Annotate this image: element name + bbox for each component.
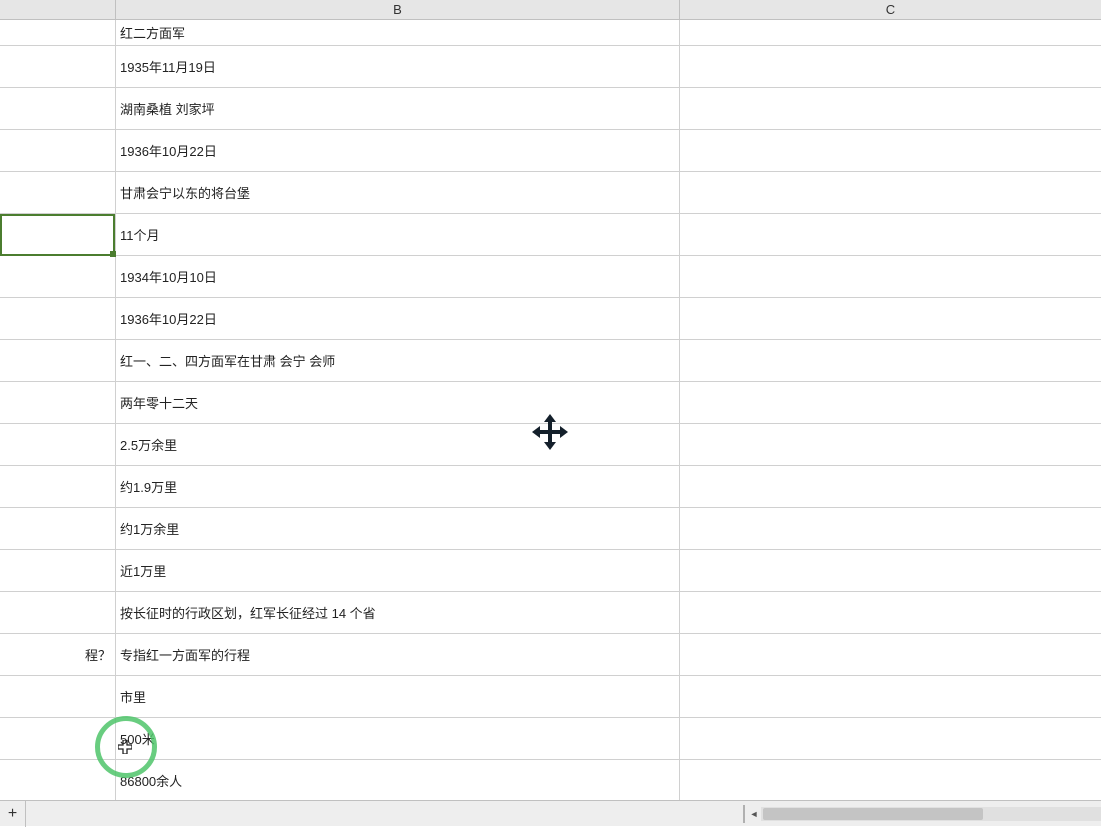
cell-c[interactable] xyxy=(680,20,1101,45)
cell-b[interactable]: 湖南桑植 刘家坪 xyxy=(116,88,680,129)
cell-c[interactable] xyxy=(680,634,1101,675)
column-header-a[interactable] xyxy=(0,0,116,19)
table-row[interactable]: 红一、二、四方面军在甘肃 会宁 会师 xyxy=(0,340,1101,382)
cell-c[interactable] xyxy=(680,172,1101,213)
table-row[interactable]: 约1.9万里 xyxy=(0,466,1101,508)
cell-b[interactable]: 市里 xyxy=(116,676,680,717)
cell-a[interactable] xyxy=(0,172,116,213)
cell-a[interactable] xyxy=(0,298,116,339)
cell-b[interactable]: 专指红一方面军的行程 xyxy=(116,634,680,675)
table-row[interactable]: 86800余人 xyxy=(0,760,1101,800)
cell-c[interactable] xyxy=(680,466,1101,507)
cell-c[interactable] xyxy=(680,424,1101,465)
horizontal-scrollbar[interactable] xyxy=(761,807,1101,821)
cell-b[interactable]: 两年零十二天 xyxy=(116,382,680,423)
cell-c[interactable] xyxy=(680,718,1101,759)
cell-b[interactable]: 86800余人 xyxy=(116,760,680,800)
cell-c[interactable] xyxy=(680,382,1101,423)
cell-b[interactable]: 甘肃会宁以东的将台堡 xyxy=(116,172,680,213)
cell-a[interactable] xyxy=(0,214,116,255)
cell-c[interactable] xyxy=(680,592,1101,633)
cell-a[interactable] xyxy=(0,676,116,717)
cell-a[interactable]: 程？ xyxy=(0,634,116,675)
table-row[interactable]: 湖南桑植 刘家坪 xyxy=(0,88,1101,130)
cell-a[interactable] xyxy=(0,424,116,465)
cell-a[interactable] xyxy=(0,550,116,591)
cell-a[interactable] xyxy=(0,88,116,129)
table-row[interactable]: 11个月 xyxy=(0,214,1101,256)
scroll-separator xyxy=(743,805,745,823)
cell-c[interactable] xyxy=(680,88,1101,129)
cell-c[interactable] xyxy=(680,508,1101,549)
table-row[interactable]: 1936年10月22日 xyxy=(0,130,1101,172)
cell-a[interactable] xyxy=(0,592,116,633)
spreadsheet-grid[interactable]: 红二方面军 1935年11月19日 湖南桑植 刘家坪 1936年10月22日 甘… xyxy=(0,20,1101,800)
table-row[interactable]: 2.5万余里 xyxy=(0,424,1101,466)
scrollbar-thumb[interactable] xyxy=(763,808,983,820)
horizontal-scroll-region: ◄ xyxy=(741,801,1101,827)
table-row[interactable]: 约1万余里 xyxy=(0,508,1101,550)
table-row[interactable]: 1936年10月22日 xyxy=(0,298,1101,340)
cell-a[interactable] xyxy=(0,760,116,800)
column-header-c[interactable]: C xyxy=(680,0,1101,19)
table-row[interactable]: 两年零十二天 xyxy=(0,382,1101,424)
cell-a[interactable] xyxy=(0,508,116,549)
table-row[interactable]: 程？ 专指红一方面军的行程 xyxy=(0,634,1101,676)
cell-c[interactable] xyxy=(680,298,1101,339)
cell-c[interactable] xyxy=(680,46,1101,87)
sheet-tab-bar: + ◄ xyxy=(0,800,1101,826)
cell-a[interactable] xyxy=(0,46,116,87)
cell-c[interactable] xyxy=(680,760,1101,800)
cell-a[interactable] xyxy=(0,382,116,423)
cell-c[interactable] xyxy=(680,550,1101,591)
table-row[interactable]: 红二方面军 xyxy=(0,20,1101,46)
scroll-left-button[interactable]: ◄ xyxy=(747,804,761,824)
cell-b[interactable]: 2.5万余里 xyxy=(116,424,680,465)
cell-b[interactable]: 500米 xyxy=(116,718,680,759)
cell-a[interactable] xyxy=(0,130,116,171)
cell-c[interactable] xyxy=(680,676,1101,717)
cell-b[interactable]: 约1万余里 xyxy=(116,508,680,549)
cell-a[interactable] xyxy=(0,20,116,45)
cell-c[interactable] xyxy=(680,214,1101,255)
cell-b[interactable]: 按长征时的行政区划，红军长征经过 14 个省 xyxy=(116,592,680,633)
cell-b[interactable]: 约1.9万里 xyxy=(116,466,680,507)
table-row[interactable]: 1934年10月10日 xyxy=(0,256,1101,298)
table-row[interactable]: 甘肃会宁以东的将台堡 xyxy=(0,172,1101,214)
cell-b[interactable]: 红一、二、四方面军在甘肃 会宁 会师 xyxy=(116,340,680,381)
table-row[interactable]: 按长征时的行政区划，红军长征经过 14 个省 xyxy=(0,592,1101,634)
cell-b[interactable]: 红二方面军 xyxy=(116,20,680,45)
cell-c[interactable] xyxy=(680,256,1101,297)
cell-a[interactable] xyxy=(0,466,116,507)
cell-b[interactable]: 1935年11月19日 xyxy=(116,46,680,87)
cell-b[interactable]: 1936年10月22日 xyxy=(116,298,680,339)
column-header-b[interactable]: B xyxy=(116,0,680,19)
cell-c[interactable] xyxy=(680,340,1101,381)
cell-a[interactable] xyxy=(0,718,116,759)
table-row[interactable]: 市里 xyxy=(0,676,1101,718)
table-row[interactable]: 500米 xyxy=(0,718,1101,760)
cell-c[interactable] xyxy=(680,130,1101,171)
table-row[interactable]: 1935年11月19日 xyxy=(0,46,1101,88)
cell-a[interactable] xyxy=(0,256,116,297)
cell-a[interactable] xyxy=(0,340,116,381)
cell-b[interactable]: 11个月 xyxy=(116,214,680,255)
cell-b[interactable]: 1936年10月22日 xyxy=(116,130,680,171)
column-header-row: B C xyxy=(0,0,1101,20)
add-sheet-button[interactable]: + xyxy=(0,801,26,827)
cell-b[interactable]: 近1万里 xyxy=(116,550,680,591)
cell-b[interactable]: 1934年10月10日 xyxy=(116,256,680,297)
table-row[interactable]: 近1万里 xyxy=(0,550,1101,592)
